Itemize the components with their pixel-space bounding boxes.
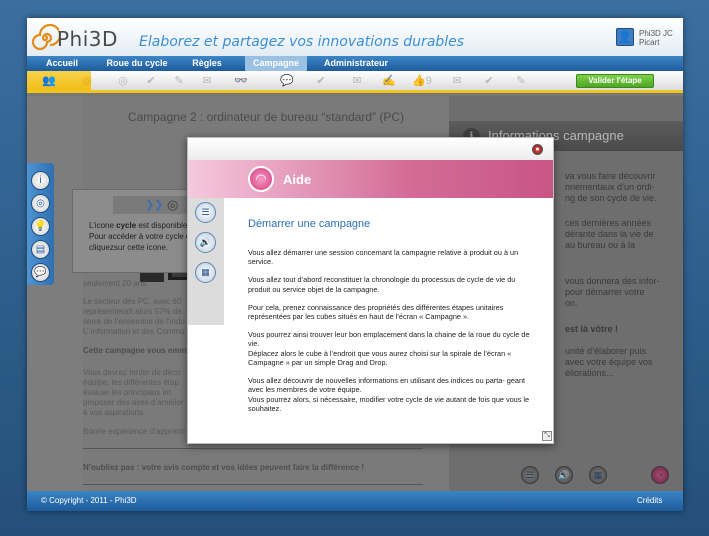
info-text-line: ng de son cycle de vie. [565,193,657,203]
nav-campagne[interactable]: Campagne [245,56,307,71]
nav-roue-du-cycle[interactable]: Roue du cycle [99,56,175,71]
campaign-text-line: représenteraît alors 57% de [83,307,182,316]
sound-icon[interactable]: 🔊 [195,232,216,253]
modal-header: ◠ Aide [188,160,553,198]
campaign-text-line: seulement 20 ans. [83,279,149,288]
info-text-line: ces dernières années [565,218,652,228]
info-text-line: au bureau ou à la [565,240,636,250]
cycle-icon: ◎ [167,197,179,212]
campaign-bold-line: Cette campagne vous emm [83,346,187,355]
divider [83,484,423,485]
cycle-step-2-icon[interactable]: ◎ [111,73,135,89]
info-side-icon[interactable]: i [31,171,50,190]
spiral-logo-icon [31,24,59,51]
info-text-line: avec votre équipe vos [565,357,653,367]
window-frame: Phi3D Elaborez et partagez vos innovatio… [0,0,709,536]
modal-title: Aide [283,172,312,187]
document-side-icon[interactable]: ▤ [31,240,50,259]
campaign-text-line: Le secteur des PC, avec 60 [83,297,182,306]
chat-side-icon[interactable]: 💬 [31,263,50,282]
tooltip-line1-bold: cycle [116,221,137,230]
info-text-line: unité d’élaborer puis [565,346,647,356]
modal-sidebar: ☰ 🔊 ▦ [188,198,224,325]
campaign-text-line: serre de l’ensemble de l’indu [83,317,185,326]
modal-paragraph: Vous allez démarrer une session concerna… [248,248,519,267]
validate-step-button[interactable]: Valider l'étape [576,74,654,88]
user-name: Phi3D JC Picart [639,29,673,47]
campaign-text-line: à vos aspirations. [83,408,146,417]
campaign-closing: N’oubliez pas : votre avis compte et vos… [83,463,364,472]
glasses-step-icon[interactable]: 👓 [229,73,253,89]
main-nav: Accueil Roue du cycle Règles Campagne Ad… [27,56,683,71]
nav-accueil[interactable]: Accueil [33,56,91,71]
info-text-line: on. [565,298,578,308]
mail-2-step-icon[interactable]: ✉ [345,73,369,89]
campaign-text-line: Bonne expérience d’apprenti [83,427,185,436]
mail-step-icon[interactable]: ✉ [195,73,219,89]
film-icon[interactable]: ▦ [589,466,607,484]
campaign-text-line: proposer des axes d’amélior [83,398,184,407]
aide-toggle-icon[interactable]: ◔ [651,466,669,484]
modal-paragraph: Vous allez découvrir de nouvelles inform… [248,376,530,414]
info-text-line: nnementaux d’un ordi- [565,182,655,192]
edit-step-icon[interactable]: ✎ [509,73,533,89]
campaign-text-line: Vous devrez tenter de déco [83,368,181,377]
modal-top-strip: ● [188,138,553,160]
nav-administrateur[interactable]: Administrateur [315,56,397,71]
aide-logo-icon: ◠ [248,166,274,192]
modal-paragraph: Vous pourrez ainsi trouver leur bon empl… [248,329,530,368]
check-group-step-icon[interactable]: ✔ [309,73,333,89]
header-bar: Phi3D Elaborez et partagez vos innovatio… [27,18,683,56]
close-icon[interactable]: ● [532,144,543,155]
resize-handle-icon[interactable]: ⤡ [542,431,552,441]
thumb-step-icon[interactable]: 👍9 [407,73,437,89]
info-text-line: dérante dans la vie de [565,229,654,239]
tooltip-line1-prefix: L’icone [89,221,117,230]
campaign-title: Campagne 2 : ordinateur de bureau “stand… [127,110,405,124]
modal-paragraph: Pour cela, prenez connaissance des propr… [248,302,504,322]
pen-step-icon[interactable]: ✎ [167,73,191,89]
help-modal: ● ◠ Aide ☰ 🔊 ▦ Démarrer une campagne Vou… [187,137,554,444]
divider [83,448,423,449]
mail-check-step-icon[interactable]: ✉ [445,73,469,89]
check-circle-step-icon[interactable]: ✔ [139,73,163,89]
user-avatar-icon: 👤 [616,28,634,46]
left-sidebar: i ◎ 💡 ▤ 💬 [27,163,54,285]
modal-paragraph: Vous allez tout d’abord reconstituer la … [248,275,516,294]
check-step-icon[interactable]: ✔ [477,73,501,89]
arrow-right-icon: ❯❯ [145,199,164,211]
nav-regles[interactable]: Règles [182,56,232,71]
logo-text: Phi3D [57,27,118,51]
tagline: Elaborez et partagez vos innovations dur… [139,34,465,50]
modal-heading: Démarrer une campagne [248,218,371,230]
cycle-step-icon[interactable]: ◎ [75,73,99,89]
user-profile[interactable]: 👤 Phi3D JC Picart [616,28,678,50]
campaign-text-line: équipe, les différentes étap [83,378,179,387]
footer: © Copyright - 2011 - Phi3D Crédits [27,491,683,511]
copyright: © Copyright - 2011 - Phi3D [41,496,137,505]
info-bold-line: est là vôtre ! [565,324,619,334]
tooltip-line1-suffix: est disponible [136,221,188,230]
sound-icon[interactable]: 🔊 [555,466,573,484]
list-icon[interactable]: ☰ [521,466,539,484]
write-step-icon[interactable]: ✍ [377,73,401,89]
team-step-icon[interactable]: 👥 [37,73,61,89]
idea-side-icon[interactable]: 💡 [31,217,50,236]
info-text-line: éliorations... [565,368,614,378]
app-logo[interactable]: Phi3D [31,22,131,52]
campaign-text-line: L’ information et des Commu [83,327,185,336]
modal-body: Vous allez démarrer une session concerna… [248,248,533,422]
list-icon[interactable]: ☰ [195,202,216,223]
credits-link[interactable]: Crédits [637,496,662,505]
campaign-text-line: évaluer les principaux im [83,388,172,397]
info-text-line: va vous faire découvrir [565,171,656,181]
chat-step-icon[interactable]: 💬 [275,73,299,89]
info-text-line: vous donnera des infor- [565,276,660,286]
step-bar: 👥 ◎ ◎ ✔ ✎ ✉ 👓 💬 ✔ ✉ ✍ 👍9 ✉ ✔ ✎ Valider l… [27,71,683,93]
info-text-line: pour démarrer votre [565,287,645,297]
film-icon[interactable]: ▦ [195,262,216,283]
cycle-side-icon[interactable]: ◎ [31,194,50,213]
thumb-badge: 9 [425,75,432,87]
